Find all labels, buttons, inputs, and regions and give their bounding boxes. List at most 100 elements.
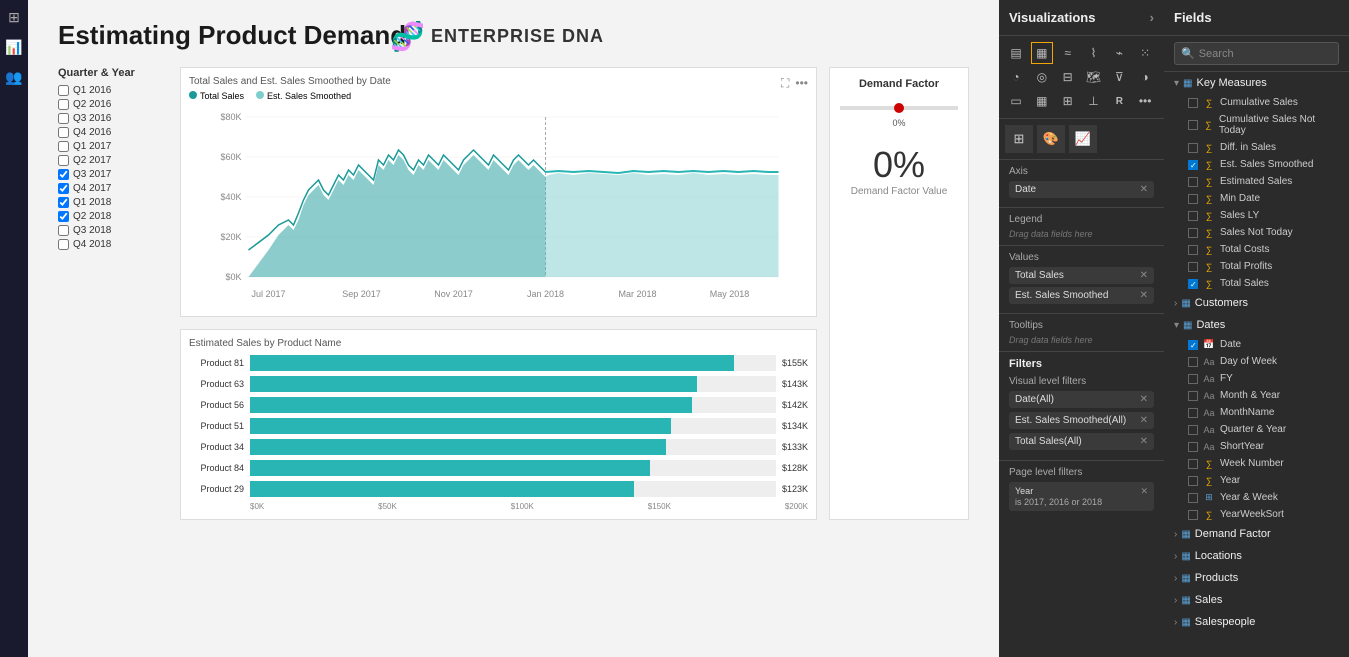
field-item[interactable]: ∑ Sales LY bbox=[1164, 207, 1349, 224]
field-checkbox[interactable] bbox=[1188, 262, 1198, 272]
viz-icon-table[interactable]: ▦ bbox=[1031, 90, 1053, 112]
filter-item[interactable]: Q3 2016 bbox=[58, 113, 168, 124]
field-checkbox[interactable] bbox=[1188, 459, 1198, 469]
fields-group-header[interactable]: › ▦ Salespeople bbox=[1164, 611, 1349, 633]
field-item[interactable]: Aa Month & Year bbox=[1164, 387, 1349, 404]
viz-value-est-smoothed-remove[interactable]: ✕ bbox=[1140, 290, 1148, 301]
page-filter-year[interactable]: Year ✕ is 2017, 2016 or 2018 bbox=[1009, 482, 1154, 511]
viz-icon-more[interactable]: ••• bbox=[1134, 90, 1156, 112]
viz-icon-area[interactable]: ⌇ bbox=[1083, 42, 1105, 64]
fields-group-header[interactable]: ▾ ▦ Key Measures bbox=[1164, 72, 1349, 94]
page-filter-year-remove[interactable]: ✕ bbox=[1140, 486, 1148, 497]
viz-icon-map[interactable]: 🗺 bbox=[1083, 66, 1105, 88]
sidebar-icon-home[interactable]: ⊞ bbox=[5, 8, 23, 26]
fields-group-header[interactable]: › ▦ Customers bbox=[1164, 292, 1349, 314]
field-checkbox[interactable]: ✓ bbox=[1188, 279, 1198, 289]
viz-icon-bar[interactable]: ▦ bbox=[1031, 42, 1053, 64]
filter-item[interactable]: Q1 2018 bbox=[58, 197, 168, 208]
viz-value-total-sales-remove[interactable]: ✕ bbox=[1140, 270, 1148, 281]
viz-icon-line[interactable]: ≈ bbox=[1057, 42, 1079, 64]
filter-chip[interactable]: Date(All)✕ bbox=[1009, 391, 1154, 408]
field-checkbox[interactable] bbox=[1188, 194, 1198, 204]
field-checkbox[interactable] bbox=[1188, 211, 1198, 221]
sidebar-icon-bar[interactable]: 📊 bbox=[5, 38, 23, 56]
filter-item[interactable]: Q1 2017 bbox=[58, 141, 168, 152]
field-item[interactable]: ✓ ∑ Est. Sales Smoothed bbox=[1164, 156, 1349, 173]
field-checkbox[interactable] bbox=[1188, 177, 1198, 187]
field-item[interactable]: ∑ Cumulative Sales bbox=[1164, 94, 1349, 111]
demand-slider[interactable] bbox=[840, 106, 958, 110]
viz-icon-pie[interactable]: ◔ bbox=[1005, 66, 1027, 88]
field-item[interactable]: Aa ShortYear bbox=[1164, 438, 1349, 455]
field-item[interactable]: ∑ Sales Not Today bbox=[1164, 224, 1349, 241]
viz-icon-waterfall[interactable]: ⊥ bbox=[1083, 90, 1105, 112]
viz-value-total-sales[interactable]: Total Sales ✕ bbox=[1009, 267, 1154, 284]
field-checkbox[interactable] bbox=[1188, 391, 1198, 401]
chart-expand-icon[interactable]: ⛶ bbox=[781, 76, 789, 91]
filter-item[interactable]: Q2 2018 bbox=[58, 211, 168, 222]
field-item[interactable]: ✓ ∑ Total Sales bbox=[1164, 275, 1349, 292]
field-checkbox[interactable] bbox=[1188, 374, 1198, 384]
viz-icon-matrix[interactable]: ⊞ bbox=[1057, 90, 1079, 112]
viz-icon-scatter[interactable]: ⁙ bbox=[1134, 42, 1156, 64]
fields-group-header[interactable]: › ▦ Products bbox=[1164, 567, 1349, 589]
viz-icon-card[interactable]: ▭ bbox=[1005, 90, 1027, 112]
field-checkbox[interactable]: ✓ bbox=[1188, 160, 1198, 170]
viz-icon-ribbon[interactable]: ⌁ bbox=[1108, 42, 1130, 64]
fields-search-box[interactable]: 🔍 Search bbox=[1174, 42, 1339, 65]
viz-tool-format[interactable]: 🎨 bbox=[1037, 125, 1065, 153]
field-item[interactable]: ∑ Week Number bbox=[1164, 455, 1349, 472]
viz-icon-stacked-bar[interactable]: ▤ bbox=[1005, 42, 1027, 64]
field-item[interactable]: ✓ 📅 Date bbox=[1164, 336, 1349, 353]
viz-icon-funnel[interactable]: ⊽ bbox=[1108, 66, 1130, 88]
fields-group-header[interactable]: › ▦ Sales bbox=[1164, 589, 1349, 611]
field-item[interactable]: ∑ Estimated Sales bbox=[1164, 173, 1349, 190]
viz-axis-field[interactable]: Date ✕ bbox=[1009, 181, 1154, 198]
filter-item[interactable]: Q4 2017 bbox=[58, 183, 168, 194]
field-item[interactable]: ∑ Total Profits bbox=[1164, 258, 1349, 275]
field-checkbox[interactable] bbox=[1188, 228, 1198, 238]
field-checkbox[interactable] bbox=[1188, 510, 1198, 520]
filter-chip[interactable]: Total Sales(All)✕ bbox=[1009, 433, 1154, 450]
viz-value-est-smoothed[interactable]: Est. Sales Smoothed ✕ bbox=[1009, 287, 1154, 304]
sidebar-icon-people[interactable]: 👥 bbox=[5, 68, 23, 86]
field-item[interactable]: ∑ Total Costs bbox=[1164, 241, 1349, 258]
chart-more-icon[interactable]: ••• bbox=[795, 76, 808, 91]
field-item[interactable]: ∑ Diff. in Sales bbox=[1164, 139, 1349, 156]
field-checkbox[interactable] bbox=[1188, 408, 1198, 418]
filter-item[interactable]: Q3 2017 bbox=[58, 169, 168, 180]
filter-item[interactable]: Q1 2016 bbox=[58, 85, 168, 96]
filter-chip-remove[interactable]: ✕ bbox=[1140, 415, 1148, 426]
field-item[interactable]: ∑ Min Date bbox=[1164, 190, 1349, 207]
field-checkbox[interactable] bbox=[1188, 425, 1198, 435]
field-checkbox[interactable] bbox=[1188, 120, 1198, 130]
viz-axis-remove[interactable]: ✕ bbox=[1140, 184, 1148, 195]
filter-chip-remove[interactable]: ✕ bbox=[1140, 436, 1148, 447]
viz-expand-icon[interactable]: › bbox=[1150, 10, 1154, 25]
filter-item[interactable]: Q2 2016 bbox=[58, 99, 168, 110]
fields-group-header[interactable]: › ▦ Locations bbox=[1164, 545, 1349, 567]
field-checkbox[interactable]: ✓ bbox=[1188, 340, 1198, 350]
field-item[interactable]: Aa MonthName bbox=[1164, 404, 1349, 421]
field-checkbox[interactable] bbox=[1188, 442, 1198, 452]
filter-item[interactable]: Q3 2018 bbox=[58, 225, 168, 236]
field-item[interactable]: ⊞ Year & Week bbox=[1164, 489, 1349, 506]
viz-icon-gauge[interactable]: ◑ bbox=[1134, 66, 1156, 88]
filter-item[interactable]: Q4 2018 bbox=[58, 239, 168, 250]
viz-icon-r[interactable]: R bbox=[1108, 90, 1130, 112]
field-item[interactable]: Aa FY bbox=[1164, 370, 1349, 387]
filter-item[interactable]: Q2 2017 bbox=[58, 155, 168, 166]
field-checkbox[interactable] bbox=[1188, 98, 1198, 108]
field-item[interactable]: Aa Day of Week bbox=[1164, 353, 1349, 370]
viz-icon-donut[interactable]: ◎ bbox=[1031, 66, 1053, 88]
field-checkbox[interactable] bbox=[1188, 357, 1198, 367]
field-item[interactable]: Aa Quarter & Year bbox=[1164, 421, 1349, 438]
demand-slider-thumb[interactable] bbox=[894, 103, 904, 113]
field-item[interactable]: ∑ Cumulative Sales Not Today bbox=[1164, 111, 1349, 139]
viz-tool-fields[interactable]: ⊞ bbox=[1005, 125, 1033, 153]
field-item[interactable]: ∑ Year bbox=[1164, 472, 1349, 489]
fields-group-header[interactable]: ▾ ▦ Dates bbox=[1164, 314, 1349, 336]
field-item[interactable]: ∑ YearWeekSort bbox=[1164, 506, 1349, 523]
filter-item[interactable]: Q4 2016 bbox=[58, 127, 168, 138]
field-checkbox[interactable] bbox=[1188, 493, 1198, 503]
